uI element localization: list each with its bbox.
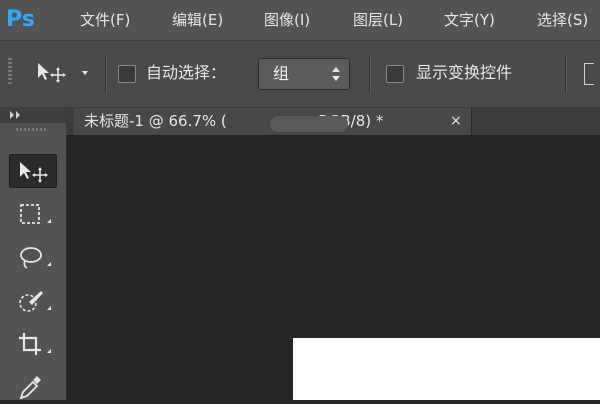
menu-file[interactable]: 文件(F) <box>80 10 130 30</box>
options-separator <box>565 56 567 92</box>
chevron-down-icon <box>82 71 88 75</box>
toolbox-grip[interactable] <box>16 128 48 131</box>
show-transform-label: 显示变换控件 <box>416 63 513 82</box>
options-bar-grip[interactable] <box>8 58 12 86</box>
marquee-tool-icon <box>20 204 51 224</box>
move-tool[interactable] <box>9 154 57 188</box>
quick-selection-tool[interactable] <box>9 284 57 318</box>
toolbox-header <box>0 107 66 123</box>
collapse-panel-icon[interactable] <box>8 110 28 120</box>
marquee-tool[interactable] <box>9 197 57 231</box>
tool-preset-picker[interactable] <box>36 60 94 86</box>
auto-select-checkbox[interactable] <box>118 65 136 83</box>
lasso-tool[interactable] <box>9 240 57 274</box>
menu-image[interactable]: 图像(I) <box>264 10 310 30</box>
photoshop-logo: Ps <box>6 7 35 32</box>
auto-select-target-value: 组 <box>273 64 290 83</box>
align-icon[interactable] <box>584 63 594 85</box>
show-transform-checkbox[interactable] <box>386 65 404 83</box>
eyedropper-tool-icon <box>19 376 41 400</box>
quick-selection-tool-icon <box>19 291 51 312</box>
lasso-tool-icon <box>20 247 51 269</box>
auto-select-target-dropdown[interactable]: 组 <box>258 58 350 90</box>
redacted-text <box>270 116 348 132</box>
auto-select-label: 自动选择： <box>146 63 227 82</box>
move-tool-icon <box>38 63 88 83</box>
menu-type[interactable]: 文字(Y) <box>444 10 495 30</box>
crop-tool[interactable] <box>9 327 57 361</box>
crop-tool-icon <box>19 333 51 355</box>
document-canvas[interactable] <box>293 338 600 400</box>
close-icon[interactable]: × <box>450 111 462 131</box>
eyedropper-tool[interactable] <box>9 370 57 404</box>
menu-layer[interactable]: 图层(L) <box>353 10 403 30</box>
menu-select[interactable]: 选择(S) <box>537 10 588 30</box>
options-separator <box>369 56 371 92</box>
options-separator <box>105 56 107 92</box>
menu-edit[interactable]: 编辑(E) <box>172 10 223 30</box>
move-tool-icon <box>20 162 48 183</box>
updown-arrow-icon <box>332 67 340 81</box>
